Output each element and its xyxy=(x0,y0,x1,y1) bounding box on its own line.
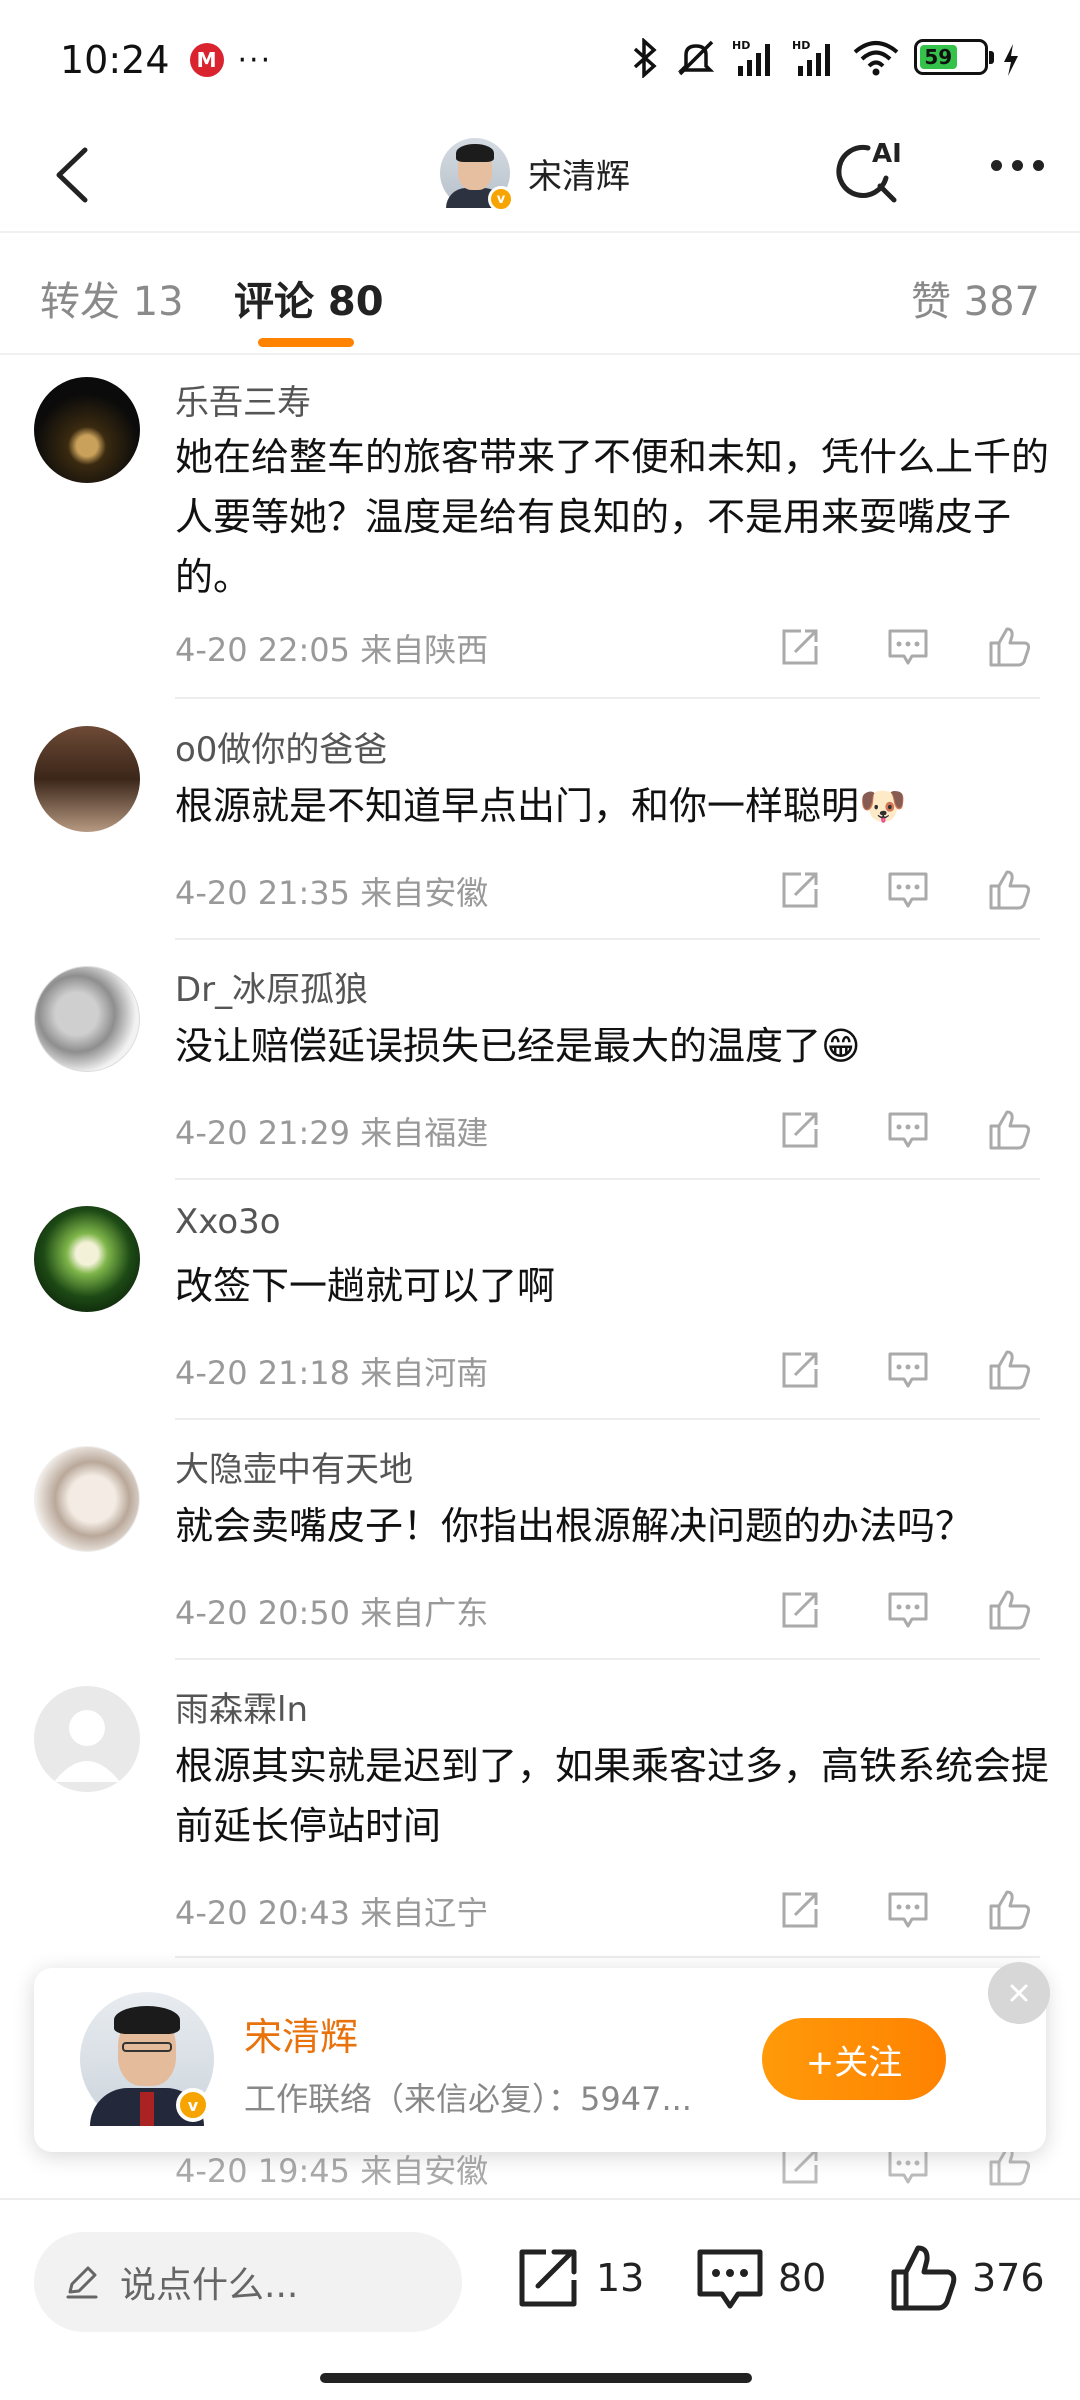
charging-icon xyxy=(1002,36,1020,78)
ai-label: AI xyxy=(872,139,902,169)
comment-text: 根源其实就是迟到了，如果乘客过多，高铁系统会提前延长停站时间 xyxy=(175,1744,1050,1848)
comment-icon[interactable] xyxy=(878,1340,938,1400)
tab-likes[interactable]: 赞 387 xyxy=(911,269,1040,327)
wifi-icon xyxy=(852,36,900,78)
tab-reposts[interactable]: 转发 13 xyxy=(40,269,184,327)
comment-input[interactable]: 说点什么... xyxy=(34,2232,462,2332)
bluetooth-icon xyxy=(630,36,660,78)
comment-meta: 4-20 19:45 来自安徽 xyxy=(175,2152,489,2190)
active-tab-indicator xyxy=(258,338,354,347)
more-options-icon[interactable] xyxy=(991,160,1044,171)
repost-count: 13 xyxy=(596,2256,645,2300)
pencil-icon xyxy=(66,2266,98,2299)
comment-text: 就会卖嘴皮子！你指出根源解决问题的办法吗？ xyxy=(175,1504,974,1548)
close-icon[interactable] xyxy=(988,1962,1050,2024)
ai-search-icon[interactable]: AI xyxy=(828,132,908,212)
like-icon[interactable] xyxy=(980,617,1040,677)
comment-item: 大隐壶中有天地 就会卖嘴皮子！你指出根源解决问题的办法吗？ 4-20 20:50… xyxy=(0,1420,1080,1660)
mute-icon xyxy=(674,36,718,78)
like-icon[interactable] xyxy=(980,1580,1040,1640)
comment-item: o0做你的爸爸 根源就是不知道早点出门，和你一样聪明🐶 4-20 21:35 来… xyxy=(0,700,1080,940)
comment-meta: 4-20 21:18 来自河南 xyxy=(175,1354,489,1392)
thumbs-up-icon xyxy=(891,2245,957,2311)
comment-item: 乐吾三寿 她在给整车的旅客带来了不便和未知，凭什么上千的人要等她？温度是给有良知… xyxy=(0,355,1080,700)
signal-1-icon: HD xyxy=(732,36,778,78)
comment-icon[interactable] xyxy=(878,617,938,677)
comment-icon[interactable] xyxy=(878,860,938,920)
share-icon[interactable] xyxy=(770,1580,830,1640)
comment-count: 80 xyxy=(778,2256,827,2300)
comment-meta: 4-20 21:35 来自安徽 xyxy=(175,874,489,912)
popup-author-name[interactable]: 宋清辉 xyxy=(244,2006,358,2061)
comment-icon[interactable] xyxy=(878,1880,938,1940)
commenter-name[interactable]: Xxo3o xyxy=(175,1202,281,1242)
comment-meta: 4-20 21:29 来自福建 xyxy=(175,1114,489,1152)
battery-level: 59 xyxy=(920,45,957,69)
repost-button[interactable]: 13 xyxy=(512,2242,644,2314)
commenter-name[interactable]: o0做你的爸爸 xyxy=(175,722,387,771)
carrier-icon: M xyxy=(189,43,224,77)
share-icon[interactable] xyxy=(770,1340,830,1400)
comment-icon[interactable] xyxy=(878,1580,938,1640)
popup-author-description: 工作联络（来信必复）：5947... xyxy=(244,2080,692,2118)
commenter-name[interactable]: 大隐壶中有天地 xyxy=(175,1442,413,1491)
svg-text:HD: HD xyxy=(732,39,750,52)
like-count: 376 xyxy=(972,2256,1045,2300)
author-avatar[interactable]: v xyxy=(440,138,514,212)
signal-2-icon: HD xyxy=(792,36,838,78)
tab-comments[interactable]: 评论 80 xyxy=(234,269,384,327)
commenter-avatar[interactable] xyxy=(34,1206,140,1312)
tab-bar: 转发 13 评论 80 赞 387 xyxy=(0,233,1080,355)
share-icon[interactable] xyxy=(770,1100,830,1160)
svg-text:HD: HD xyxy=(792,39,810,52)
verified-badge-icon: v xyxy=(176,2088,210,2122)
nav-bar: v 宋清辉 AI xyxy=(0,120,1080,230)
more-notifications-icon: ··· xyxy=(237,42,273,78)
like-icon[interactable] xyxy=(980,1340,1040,1400)
commenter-avatar[interactable] xyxy=(34,377,140,483)
follow-button[interactable]: +关注 xyxy=(762,2018,946,2100)
comment-meta: 4-20 20:43 来自辽宁 xyxy=(175,1894,489,1932)
comment-text: 根源就是不知道早点出门，和你一样聪明🐶 xyxy=(175,784,907,828)
comment-icon[interactable] xyxy=(878,1100,938,1160)
comment-button[interactable]: 80 xyxy=(694,2242,826,2314)
repost-icon xyxy=(519,2249,577,2307)
comment-text: 改签下一趟就可以了啊 xyxy=(175,1264,556,1308)
default-avatar-icon[interactable] xyxy=(34,1686,140,1792)
author-name[interactable]: 宋清辉 xyxy=(528,149,630,198)
share-icon[interactable] xyxy=(770,617,830,677)
back-icon[interactable] xyxy=(36,140,106,210)
share-icon[interactable] xyxy=(770,1880,830,1940)
commenter-avatar[interactable] xyxy=(34,726,140,832)
author-header[interactable]: v 宋清辉 xyxy=(440,138,630,212)
battery-icon: 59 xyxy=(914,39,994,75)
like-icon[interactable] xyxy=(980,860,1040,920)
comment-item: Dr_冰原孤狼 没让赔偿延误损失已经是最大的温度了😁 4-20 21:29 来自… xyxy=(0,940,1080,1180)
comment-item: Xxo3o 改签下一趟就可以了啊 4-20 21:18 来自河南 xyxy=(0,1180,1080,1420)
comment-input-placeholder: 说点什么... xyxy=(120,2265,299,2306)
bottom-action-bar: 说点什么... 13 80 376 xyxy=(0,2200,1080,2340)
comment-text: 没让赔偿延误损失已经是最大的温度了😁 xyxy=(175,1024,861,1068)
commenter-avatar[interactable] xyxy=(34,1446,140,1552)
comment-bubble-icon xyxy=(697,2249,763,2309)
commenter-avatar[interactable] xyxy=(34,966,140,1072)
like-icon[interactable] xyxy=(980,1100,1040,1160)
share-icon[interactable] xyxy=(770,860,830,920)
comment-item: 雨森霖ln 根源其实就是迟到了，如果乘客过多，高铁系统会提前延长停站时间 4-2… xyxy=(0,1660,1080,1960)
author-follow-card[interactable]: v 宋清辉 工作联络（来信必复）：5947... +关注 xyxy=(34,1962,1050,2152)
like-icon[interactable] xyxy=(980,1880,1040,1940)
comment-meta: 4-20 22:05 来自陕西 xyxy=(175,631,489,669)
status-time: 10:24 xyxy=(60,38,170,82)
commenter-name[interactable]: 乐吾三寿 xyxy=(175,375,311,424)
status-bar: 10:24 M ··· HD HD 59 xyxy=(0,0,1080,120)
comment-meta: 4-20 20:50 来自广东 xyxy=(175,1594,489,1632)
commenter-name[interactable]: Dr_冰原孤狼 xyxy=(175,962,368,1011)
comment-text: 她在给整车的旅客带来了不便和未知，凭什么上千的人要等她？温度是给有良知的，不是用… xyxy=(175,435,1050,599)
home-indicator[interactable] xyxy=(320,2373,752,2383)
commenter-name[interactable]: 雨森霖ln xyxy=(175,1682,308,1731)
like-button[interactable]: 376 xyxy=(888,2242,1045,2314)
verified-badge-icon: v xyxy=(488,186,514,212)
